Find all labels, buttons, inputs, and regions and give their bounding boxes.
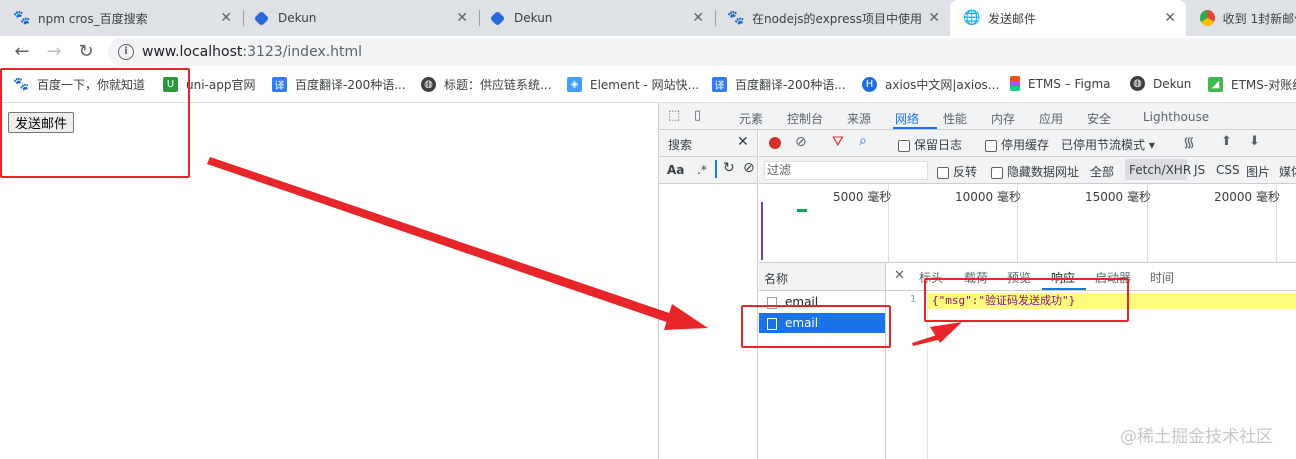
arrow-to-request-head [664, 304, 708, 330]
annotation-arrows [207, 157, 962, 346]
watermark: @稀土掘金技术社区 [1120, 427, 1273, 447]
arrow-to-request-shaft [207, 157, 690, 329]
